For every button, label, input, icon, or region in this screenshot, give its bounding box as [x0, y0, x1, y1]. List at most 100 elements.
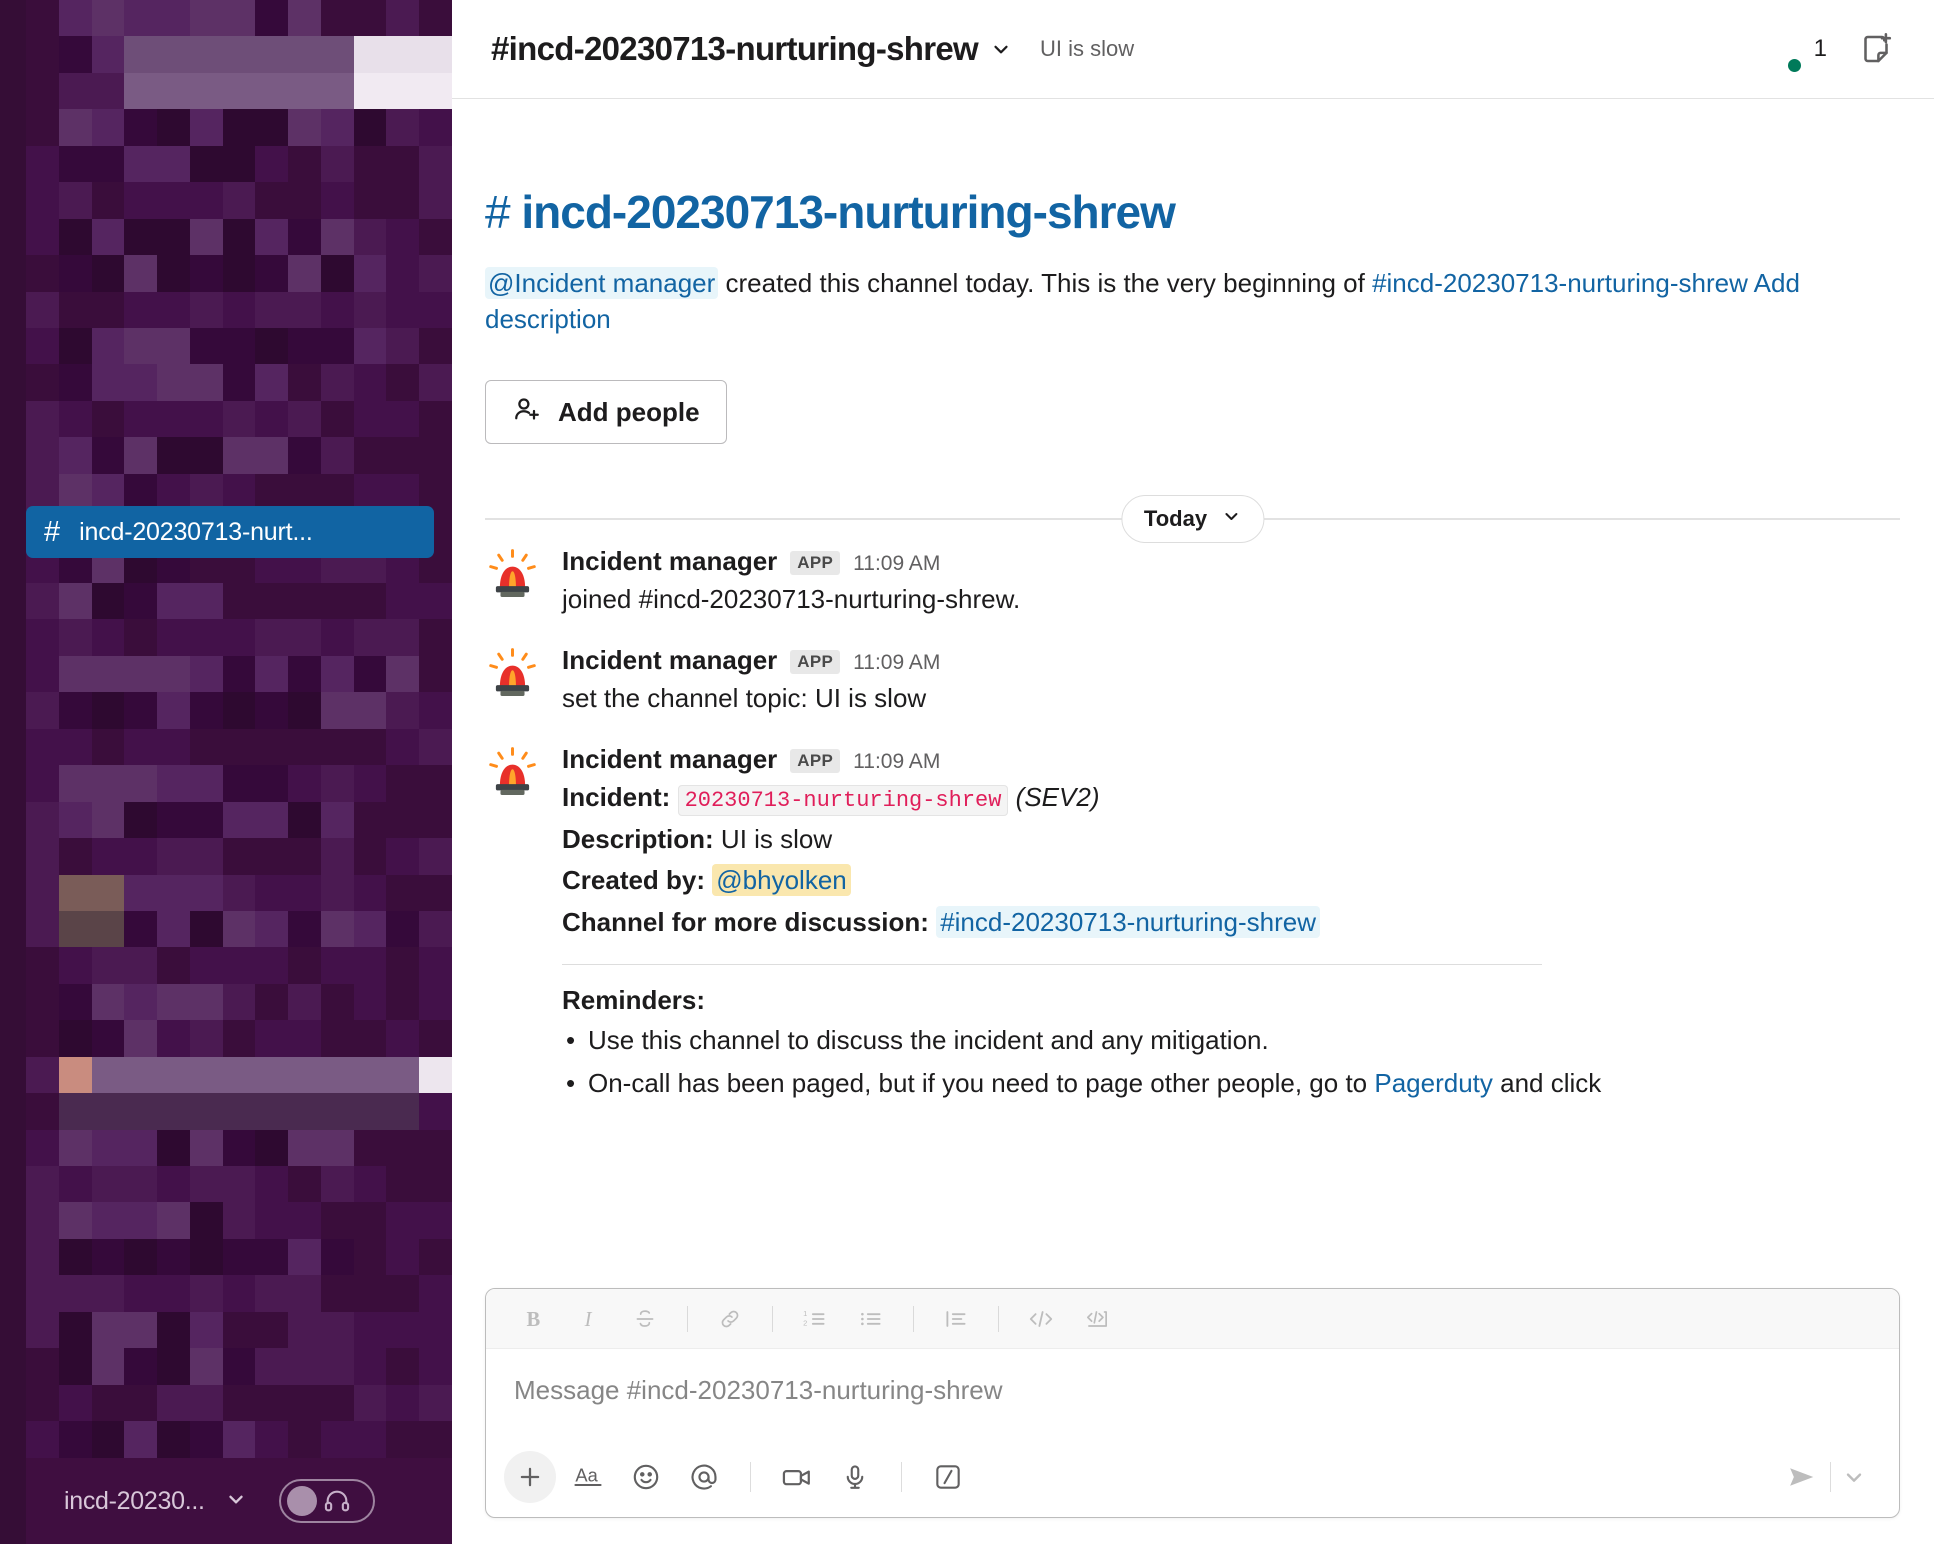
intro-channel-link[interactable]: #incd-20230713-nurturing-shrew — [1372, 268, 1748, 298]
bulleted-list-icon[interactable] — [846, 1297, 896, 1341]
chevron-down-icon[interactable] — [1831, 1454, 1877, 1500]
blurred-row — [26, 182, 452, 219]
blurred-row — [26, 838, 452, 875]
code-icon[interactable] — [1016, 1297, 1066, 1341]
incident-label: Incident: — [562, 781, 671, 812]
channel-discussion-label: Channel for more discussion: — [562, 906, 929, 937]
add-people-button[interactable]: Add people — [485, 380, 727, 445]
reminder-item-2: On-call has been paged, but if you need … — [562, 1065, 1860, 1103]
text-format-icon[interactable]: Aa — [562, 1451, 614, 1503]
message-timestamp[interactable]: 11:09 AM — [853, 750, 940, 774]
blurred-row — [26, 1238, 452, 1276]
chevron-down-icon[interactable] — [225, 1488, 247, 1515]
link-icon[interactable] — [705, 1297, 755, 1341]
workspace-name[interactable]: incd-20230... — [64, 1487, 205, 1516]
strikethrough-icon[interactable] — [620, 1297, 670, 1341]
divider — [998, 1305, 999, 1332]
composer-actions: Aa — [486, 1437, 1899, 1517]
channel-topic[interactable]: UI is slow — [1040, 36, 1134, 62]
divider — [772, 1305, 773, 1332]
channel-discussion-link[interactable]: #incd-20230713-nurturing-shrew — [936, 905, 1320, 938]
message-header: Incident manager APP 11:09 AM — [562, 744, 1860, 775]
send-group — [1774, 1454, 1877, 1500]
plus-icon[interactable] — [504, 1451, 556, 1503]
italic-icon[interactable]: I — [564, 1297, 614, 1341]
reminder-2-text-b: and click — [1492, 1068, 1602, 1099]
message-timestamp[interactable]: 11:09 AM — [853, 651, 940, 675]
message-row: Incident manager APP 11:09 AM joined #in… — [452, 534, 1900, 619]
hash-icon: # — [485, 186, 511, 238]
video-icon[interactable] — [771, 1451, 823, 1503]
blurred-row — [26, 583, 452, 620]
online-dot-icon — [1784, 56, 1804, 75]
bold-icon[interactable]: B — [508, 1297, 558, 1341]
svg-text:1: 1 — [803, 1308, 807, 1317]
blurred-row — [26, 36, 452, 73]
message-author[interactable]: Incident manager — [562, 645, 777, 676]
huddle-toggle[interactable] — [278, 1479, 375, 1523]
ordered-list-icon[interactable]: 1 2 — [790, 1297, 840, 1341]
member-count: 1 — [1813, 35, 1827, 62]
message-input[interactable]: Message #incd-20230713-nurturing-shrew — [486, 1349, 1899, 1437]
blurred-row — [26, 692, 452, 729]
date-divider-button[interactable]: Today — [1120, 495, 1265, 544]
blurred-row — [26, 1166, 452, 1203]
created-by-line: Created by: @bhyolken — [562, 862, 1860, 900]
app-badge: APP — [790, 650, 841, 675]
sidebar-blurred-channel-list[interactable] — [26, 0, 452, 1458]
blurred-row — [26, 1056, 452, 1094]
message-content: Incident manager APP 11:09 AM Incident: … — [562, 744, 1860, 1103]
microphone-icon[interactable] — [829, 1451, 881, 1503]
blurred-row — [26, 0, 452, 37]
add-canvas-icon[interactable] — [1852, 25, 1900, 73]
message-timestamp[interactable]: 11:09 AM — [853, 552, 940, 576]
blurred-row — [26, 473, 452, 511]
code-block-icon[interactable] — [1072, 1297, 1122, 1341]
message-author[interactable]: Incident manager — [562, 546, 777, 577]
pagerduty-link[interactable]: Pagerduty — [1374, 1068, 1493, 1098]
blurred-row — [26, 619, 452, 656]
message-content: Incident manager APP 11:09 AM joined #in… — [562, 546, 1860, 619]
svg-text:B: B — [527, 1309, 541, 1331]
blurred-row — [26, 72, 452, 110]
channel-header: #incd-20230713-nurturing-shrew UI is slo… — [452, 0, 1934, 99]
blurred-row — [26, 1093, 452, 1130]
blurred-row — [26, 1020, 452, 1057]
blurred-row — [26, 109, 452, 146]
creator-mention[interactable]: @Incident manager — [485, 266, 719, 299]
emoji-icon[interactable] — [620, 1451, 672, 1503]
channel-name-text: incd-20230713-nurturing-shrew — [508, 30, 979, 67]
reminder-item-1: Use this channel to discuss the incident… — [562, 1022, 1860, 1060]
divider — [750, 1462, 751, 1492]
blockquote-icon[interactable] — [931, 1297, 981, 1341]
blurred-row — [26, 765, 452, 802]
svg-text:2: 2 — [803, 1318, 807, 1327]
slash-command-icon[interactable] — [922, 1451, 974, 1503]
blurred-row — [26, 145, 452, 183]
rotating-light-emoji — [485, 546, 540, 601]
intro-description: @Incident manager created this channel t… — [485, 265, 1860, 339]
toggle-knob — [286, 1486, 317, 1516]
blurred-row — [26, 1275, 452, 1312]
reminders-title: Reminders: — [562, 984, 706, 1015]
channel-title-button[interactable]: #incd-20230713-nurturing-shrew — [485, 26, 1018, 72]
blurred-row — [26, 983, 452, 1021]
blurred-row — [26, 364, 452, 401]
members-button[interactable]: 1 — [1747, 21, 1836, 77]
send-icon[interactable] — [1774, 1454, 1830, 1500]
message-author[interactable]: Incident manager — [562, 744, 777, 775]
blurred-row — [26, 947, 452, 984]
sidebar-item-incd-channel[interactable]: # incd-20230713-nurt... — [26, 506, 434, 558]
blurred-row — [26, 255, 452, 292]
page-title: # incd-20230713-nurturing-shrew — [485, 186, 1860, 239]
blurred-row — [26, 1384, 452, 1422]
message-text: set the channel topic: UI is slow — [562, 683, 927, 714]
description-value: UI is slow — [720, 823, 833, 854]
blurred-row — [26, 728, 452, 766]
message-header: Incident manager APP 11:09 AM — [562, 645, 1860, 676]
message-text: joined #incd-20230713-nurturing-shrew. — [562, 584, 1021, 615]
composer-box: B I 1 2 Message #incd-20230713-nurturing… — [485, 1288, 1900, 1518]
mention-icon[interactable] — [678, 1451, 730, 1503]
workspace-bottom-bar: incd-20230... — [26, 1458, 452, 1544]
created-by-mention[interactable]: @bhyolken — [712, 864, 851, 897]
